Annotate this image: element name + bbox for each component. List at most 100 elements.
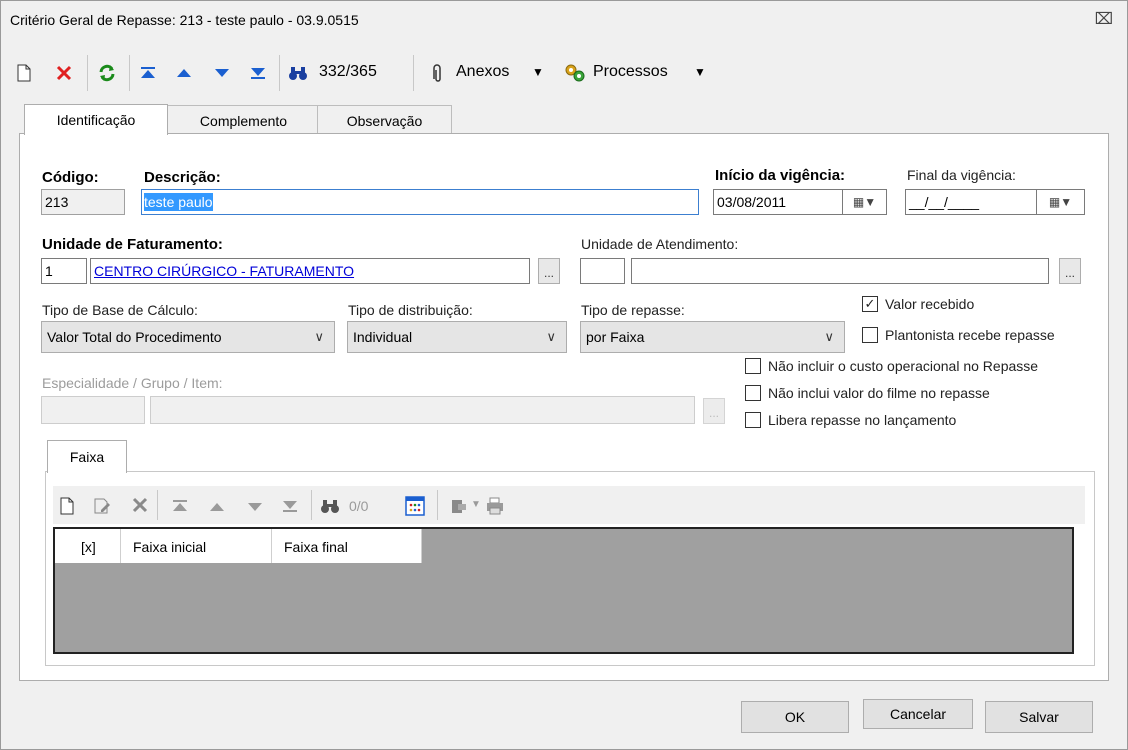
codigo-label: Código: bbox=[42, 169, 99, 186]
calendar-icon[interactable]: ▦▼ bbox=[843, 189, 887, 215]
refresh-icon[interactable] bbox=[95, 61, 119, 85]
tab-observacao[interactable]: Observação bbox=[317, 105, 452, 135]
unidade-faturamento-link[interactable]: CENTRO CIRÚRGICO - FATURAMENTO bbox=[94, 263, 354, 279]
tipo-repasse-label: Tipo de repasse: bbox=[581, 302, 685, 318]
unidade-atendimento-label: Unidade de Atendimento: bbox=[581, 236, 739, 252]
tipo-base-calculo-select[interactable]: Valor Total do Procedimento ∨ bbox=[41, 321, 335, 353]
chevron-down-icon: ∨ bbox=[824, 329, 834, 344]
chevron-down-icon: ∨ bbox=[546, 329, 556, 344]
processes-icon[interactable] bbox=[562, 61, 588, 85]
anexos-menu[interactable]: Anexos bbox=[456, 63, 509, 81]
nao-incluir-custo-checkbox[interactable]: Não incluir o custo operacional no Repas… bbox=[745, 358, 1038, 374]
toolbar-separator bbox=[437, 490, 438, 520]
tipo-distribuicao-label: Tipo de distribuição: bbox=[348, 302, 473, 318]
tab-complemento[interactable]: Complemento bbox=[167, 105, 320, 135]
column-header-select[interactable]: [x] bbox=[55, 529, 121, 563]
unidade-faturamento-name[interactable]: CENTRO CIRÚRGICO - FATURAMENTO bbox=[90, 258, 530, 284]
nao-incluir-custo-label: Não incluir o custo operacional no Repas… bbox=[768, 358, 1039, 374]
grid-columns-icon[interactable] bbox=[405, 496, 425, 519]
nao-inclui-filme-label: Não inclui valor do filme no repasse bbox=[768, 385, 990, 401]
next-record-icon[interactable] bbox=[211, 61, 233, 85]
plantonista-label: Plantonista recebe repasse bbox=[885, 327, 1055, 343]
especialidade-label: Especialidade / Grupo / Item: bbox=[42, 375, 223, 391]
faixa-record-count: 0/0 bbox=[349, 498, 369, 514]
binoculars-icon[interactable] bbox=[285, 61, 311, 85]
delete-icon[interactable] bbox=[53, 61, 75, 85]
especialidade-name bbox=[150, 396, 695, 424]
chevron-down-icon: ∨ bbox=[314, 329, 324, 344]
checkmark-icon: ✓ bbox=[862, 296, 878, 312]
binoculars-icon[interactable] bbox=[319, 497, 341, 518]
last-record-icon[interactable] bbox=[247, 61, 269, 85]
faixa-toolbar: 0/0 ▼ bbox=[53, 486, 1085, 524]
processos-menu[interactable]: Processos bbox=[593, 63, 668, 81]
new-record-icon[interactable] bbox=[13, 61, 35, 85]
unidade-atendimento-name[interactable] bbox=[631, 258, 1049, 284]
checkbox-box bbox=[862, 327, 878, 343]
faixa-grid[interactable]: [x] Faixa inicial Faixa final bbox=[53, 527, 1074, 654]
dialog-window: Critério Geral de Repasse: 213 - teste p… bbox=[0, 0, 1128, 750]
unidade-atendimento-lookup-button[interactable]: ... bbox=[1059, 258, 1081, 284]
unidade-atendimento-code[interactable] bbox=[580, 258, 625, 284]
tipo-base-calculo-value: Valor Total do Procedimento bbox=[47, 329, 222, 345]
checkbox-box bbox=[745, 412, 761, 428]
plantonista-checkbox[interactable]: Plantonista recebe repasse bbox=[862, 327, 1055, 343]
unidade-faturamento-code[interactable]: 1 bbox=[41, 258, 87, 284]
descricao-field[interactable]: teste paulo bbox=[141, 189, 699, 215]
edit-icon[interactable] bbox=[93, 497, 111, 518]
tipo-distribuicao-value: Individual bbox=[353, 329, 413, 345]
delete-icon[interactable] bbox=[131, 496, 149, 517]
nao-inclui-filme-checkbox[interactable]: Não inclui valor do filme no repasse bbox=[745, 385, 990, 401]
export-icon[interactable] bbox=[449, 496, 469, 519]
unidade-faturamento-label: Unidade de Faturamento: bbox=[42, 236, 223, 253]
paperclip-icon[interactable] bbox=[427, 61, 447, 85]
tipo-base-calculo-label: Tipo de Base de Cálculo: bbox=[42, 302, 198, 318]
salvar-button[interactable]: Salvar bbox=[985, 701, 1093, 733]
last-record-icon[interactable] bbox=[281, 498, 299, 517]
cancelar-button[interactable]: Cancelar bbox=[863, 699, 973, 729]
export-dropdown-icon[interactable]: ▼ bbox=[471, 499, 481, 510]
faixa-grid-header: [x] Faixa inicial Faixa final bbox=[55, 529, 422, 563]
next-record-icon[interactable] bbox=[247, 500, 263, 516]
libera-repasse-label: Libera repasse no lançamento bbox=[768, 412, 957, 428]
inicio-vigencia-field[interactable]: 03/08/2011 bbox=[713, 189, 843, 215]
new-record-icon[interactable] bbox=[59, 497, 75, 518]
valor-recebido-label: Valor recebido bbox=[885, 296, 975, 312]
title-bar: Critério Geral de Repasse: 213 - teste p… bbox=[1, 1, 1127, 39]
toolbar-separator bbox=[311, 490, 312, 520]
window-title: Critério Geral de Repasse: 213 - teste p… bbox=[10, 12, 359, 28]
especialidade-code bbox=[41, 396, 145, 424]
codigo-field[interactable]: 213 bbox=[41, 189, 125, 215]
toolbar-separator bbox=[129, 55, 130, 91]
previous-record-icon[interactable] bbox=[173, 61, 195, 85]
toolbar-separator bbox=[157, 490, 158, 520]
checkbox-box bbox=[745, 385, 761, 401]
main-toolbar: 332/365 Anexos ▼ Processos ▼ bbox=[1, 49, 1127, 99]
descricao-value: teste paulo bbox=[144, 193, 213, 211]
checkbox-box bbox=[745, 358, 761, 374]
column-header-faixa-inicial[interactable]: Faixa inicial bbox=[121, 529, 272, 563]
previous-record-icon[interactable] bbox=[209, 500, 225, 516]
tipo-repasse-value: por Faixa bbox=[586, 329, 645, 345]
record-position: 332/365 bbox=[319, 63, 377, 80]
descricao-label: Descrição: bbox=[144, 169, 221, 186]
first-record-icon[interactable] bbox=[137, 61, 159, 85]
printer-icon[interactable] bbox=[485, 496, 505, 519]
tab-identificacao[interactable]: Identificação bbox=[24, 104, 168, 135]
tipo-repasse-select[interactable]: por Faixa ∨ bbox=[580, 321, 845, 353]
libera-repasse-checkbox[interactable]: Libera repasse no lançamento bbox=[745, 412, 956, 428]
especialidade-lookup-button: ... bbox=[703, 398, 725, 424]
tipo-distribuicao-select[interactable]: Individual ∨ bbox=[347, 321, 567, 353]
calendar-icon[interactable]: ▦▼ bbox=[1037, 189, 1085, 215]
column-header-faixa-final[interactable]: Faixa final bbox=[272, 529, 422, 563]
tab-faixa[interactable]: Faixa bbox=[47, 440, 127, 473]
ok-button[interactable]: OK bbox=[741, 701, 849, 733]
final-vigencia-field[interactable]: __/__/____ bbox=[905, 189, 1037, 215]
processos-dropdown-icon[interactable]: ▼ bbox=[694, 65, 706, 79]
first-record-icon[interactable] bbox=[171, 498, 189, 517]
valor-recebido-checkbox[interactable]: ✓ Valor recebido bbox=[862, 296, 974, 312]
anexos-dropdown-icon[interactable]: ▼ bbox=[532, 65, 544, 79]
close-icon[interactable]: ⌧ bbox=[1095, 9, 1113, 29]
final-vigencia-label: Final da vigência: bbox=[907, 167, 1016, 183]
unidade-faturamento-lookup-button[interactable]: ... bbox=[538, 258, 560, 284]
